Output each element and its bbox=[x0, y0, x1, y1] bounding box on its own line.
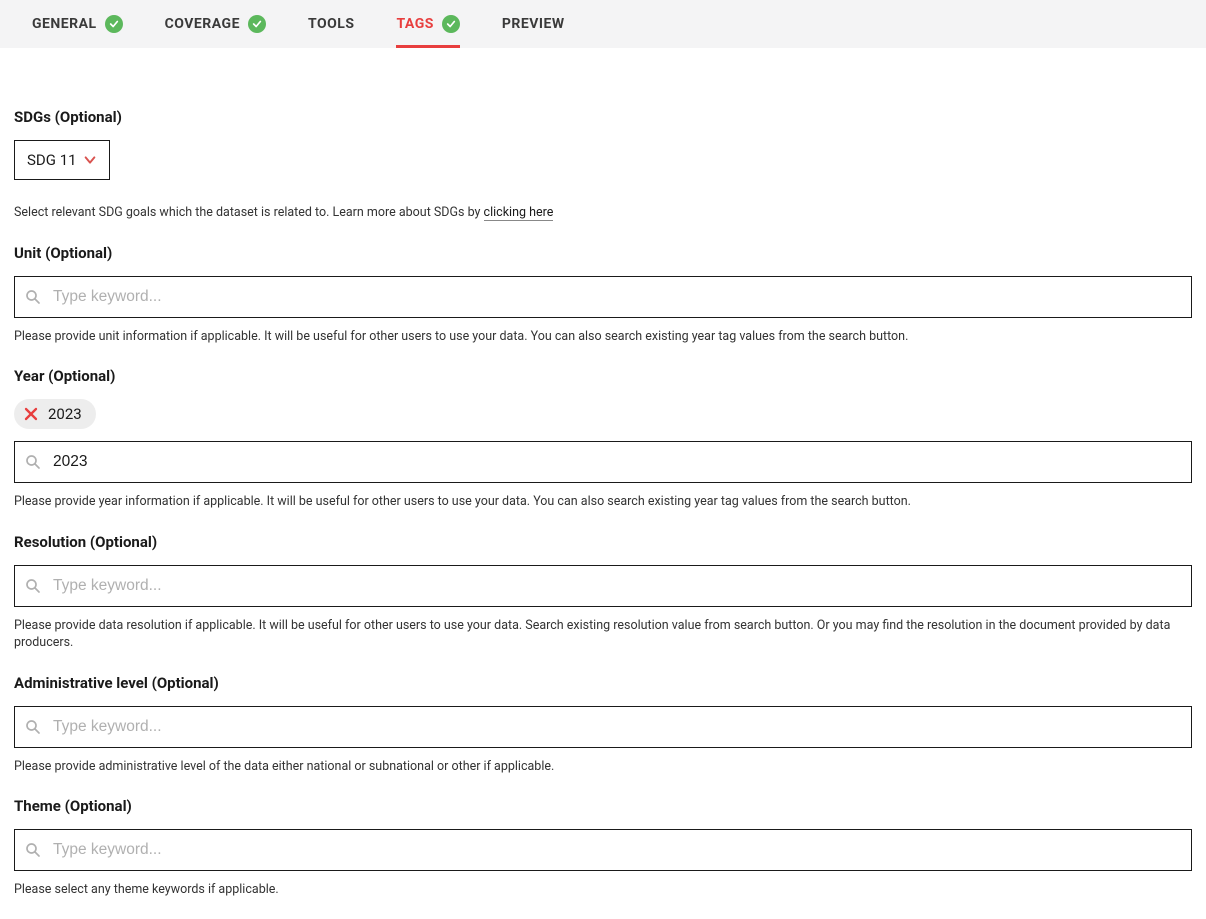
search-icon bbox=[25, 454, 41, 470]
tab-tags-label: TAGS bbox=[396, 16, 433, 32]
search-icon bbox=[25, 289, 41, 305]
year-helper: Please provide year information if appli… bbox=[14, 493, 1192, 511]
tab-general-label: GENERAL bbox=[32, 16, 97, 32]
year-chip: 2023 bbox=[14, 399, 96, 429]
search-icon bbox=[25, 578, 41, 594]
tab-coverage-label: COVERAGE bbox=[165, 16, 240, 32]
unit-label: Unit (Optional) bbox=[14, 244, 1192, 262]
resolution-helper: Please provide data resolution if applic… bbox=[14, 617, 1192, 652]
theme-helper: Please select any theme keywords if appl… bbox=[14, 881, 1192, 899]
check-icon bbox=[248, 15, 266, 33]
sdgs-helper-link[interactable]: clicking here bbox=[484, 205, 554, 221]
theme-input[interactable] bbox=[53, 841, 1181, 859]
year-input-wrap[interactable] bbox=[14, 441, 1192, 483]
search-icon bbox=[25, 842, 41, 858]
resolution-label: Resolution (Optional) bbox=[14, 533, 1192, 551]
year-input[interactable] bbox=[53, 453, 1181, 471]
sdgs-helper: Select relevant SDG goals which the data… bbox=[14, 204, 1192, 222]
tab-tools-label: TOOLS bbox=[308, 16, 354, 32]
admin-input[interactable] bbox=[53, 718, 1181, 736]
theme-input-wrap[interactable] bbox=[14, 829, 1192, 871]
resolution-input[interactable] bbox=[53, 577, 1181, 595]
sdgs-section: SDGs (Optional) SDG 11 Select relevant S… bbox=[14, 108, 1192, 222]
tab-tools[interactable]: TOOLS bbox=[308, 0, 354, 48]
admin-label: Administrative level (Optional) bbox=[14, 674, 1192, 692]
theme-label: Theme (Optional) bbox=[14, 797, 1192, 815]
tabs-nav: GENERAL COVERAGE TOOLS TAGS PREVIEW bbox=[0, 0, 1206, 48]
year-chip-label: 2023 bbox=[48, 405, 82, 423]
resolution-input-wrap[interactable] bbox=[14, 565, 1192, 607]
tab-tags[interactable]: TAGS bbox=[396, 0, 459, 48]
admin-input-wrap[interactable] bbox=[14, 706, 1192, 748]
check-icon bbox=[442, 15, 460, 33]
tab-general[interactable]: GENERAL bbox=[32, 0, 123, 48]
sdgs-label: SDGs (Optional) bbox=[14, 108, 1192, 126]
tab-preview-label: PREVIEW bbox=[502, 16, 565, 32]
close-icon[interactable] bbox=[24, 407, 38, 421]
search-icon bbox=[25, 719, 41, 735]
check-icon bbox=[105, 15, 123, 33]
unit-input-wrap[interactable] bbox=[14, 276, 1192, 318]
theme-section: Theme (Optional) Please select any theme… bbox=[14, 797, 1192, 899]
sdgs-select[interactable]: SDG 11 bbox=[14, 140, 110, 180]
sdgs-helper-prefix: Select relevant SDG goals which the data… bbox=[14, 205, 484, 220]
unit-input[interactable] bbox=[53, 288, 1181, 306]
unit-helper: Please provide unit information if appli… bbox=[14, 328, 1192, 346]
year-chips: 2023 bbox=[14, 399, 1192, 429]
resolution-section: Resolution (Optional) Please provide dat… bbox=[14, 533, 1192, 652]
admin-section: Administrative level (Optional) Please p… bbox=[14, 674, 1192, 776]
admin-helper: Please provide administrative level of t… bbox=[14, 758, 1192, 776]
year-section: Year (Optional) 2023 Please provide year… bbox=[14, 367, 1192, 511]
tab-coverage[interactable]: COVERAGE bbox=[165, 0, 266, 48]
tab-preview[interactable]: PREVIEW bbox=[502, 0, 565, 48]
sdgs-selected-value: SDG 11 bbox=[27, 151, 77, 169]
form-container: SDGs (Optional) SDG 11 Select relevant S… bbox=[0, 48, 1206, 919]
year-label: Year (Optional) bbox=[14, 367, 1192, 385]
chevron-down-icon bbox=[83, 153, 97, 167]
unit-section: Unit (Optional) Please provide unit info… bbox=[14, 244, 1192, 346]
